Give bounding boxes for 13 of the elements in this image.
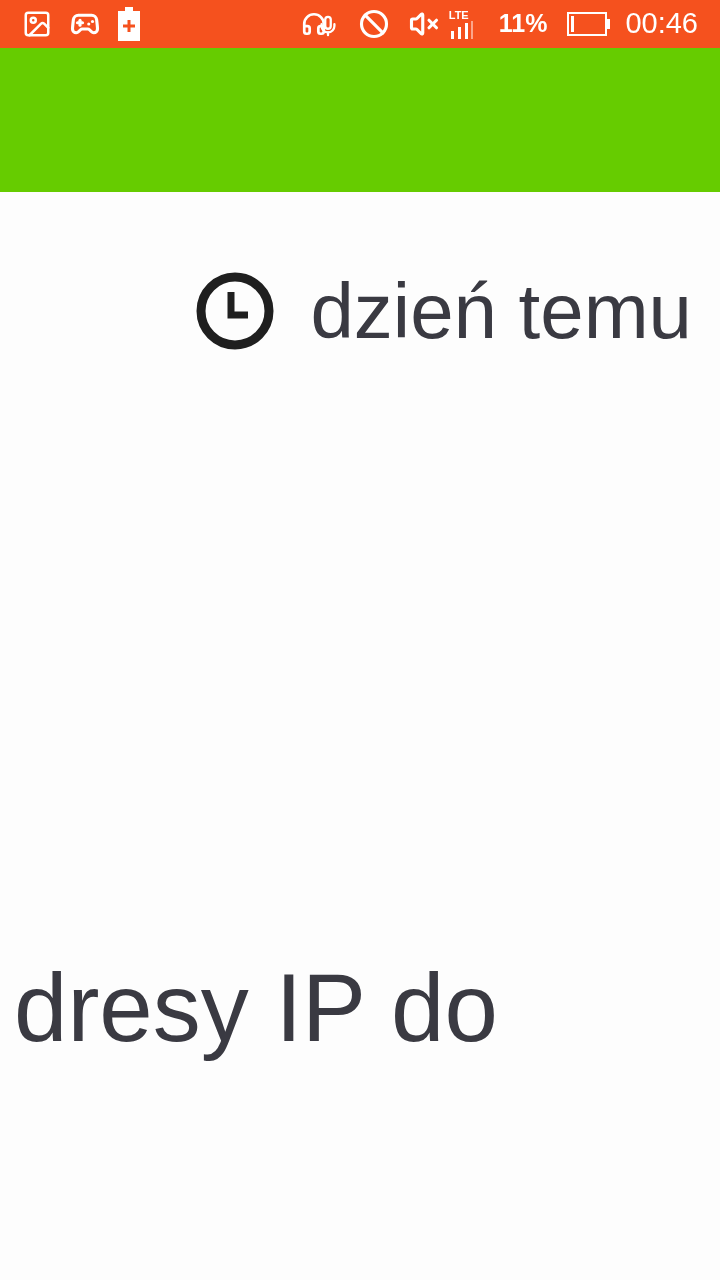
clock-time: 00:46: [625, 6, 698, 42]
clock-icon: [196, 272, 275, 350]
article-text: dresy IP do: [14, 954, 498, 1061]
mute-icon: [408, 9, 439, 39]
time-ago: dzień temu: [310, 272, 692, 350]
network-label: LTE: [448, 9, 469, 21]
headset-mic-icon: [300, 11, 339, 37]
battery-percent: 11%: [498, 8, 548, 40]
signal-icon: [448, 20, 475, 39]
battery-icon: [567, 12, 612, 36]
battery-plus-icon: [118, 7, 140, 41]
image-icon: [22, 9, 52, 39]
block-icon: [358, 9, 389, 39]
